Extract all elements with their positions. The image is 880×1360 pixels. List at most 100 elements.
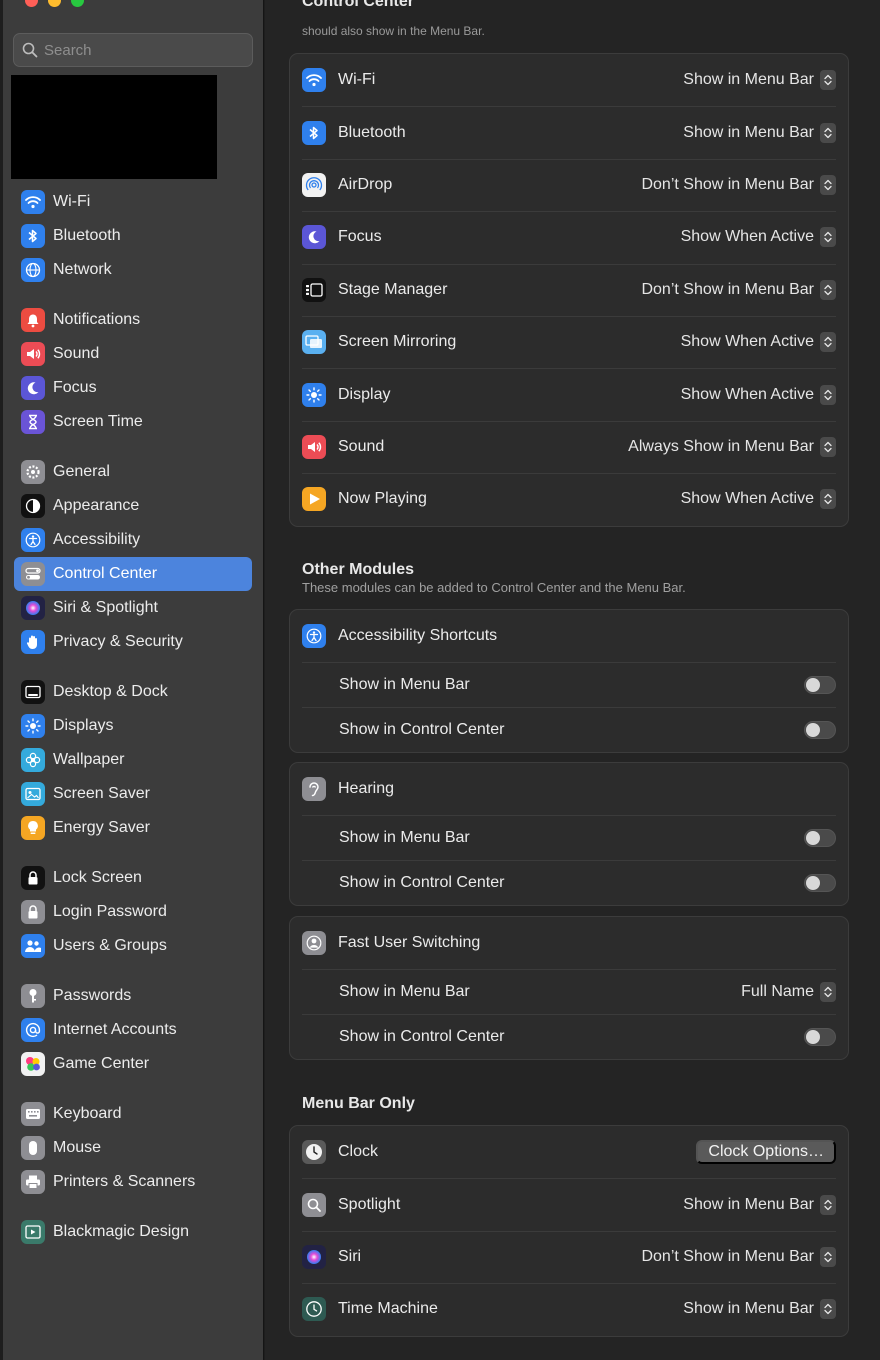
bluetooth-icon: [302, 120, 326, 145]
module-label: Screen Mirroring: [338, 333, 457, 351]
module-label: Sound: [338, 437, 385, 455]
menu-bar-visibility-popup[interactable]: Full Name: [741, 981, 836, 1002]
search-field[interactable]: [13, 33, 253, 67]
module-row-hearing: Hearing: [290, 763, 848, 815]
sidebar-item-general[interactable]: General: [14, 455, 252, 489]
sidebar-item-energy-saver[interactable]: Energy Saver: [14, 811, 252, 845]
sidebar-item-passwords[interactable]: Passwords: [14, 979, 252, 1013]
show-in-control-center-toggle[interactable]: [804, 720, 836, 739]
account-block[interactable]: [11, 75, 217, 179]
close-window-button[interactable]: [25, 0, 38, 7]
menu-bar-visibility-popup[interactable]: Show in Menu Bar: [683, 70, 836, 91]
sidebar-item-mouse[interactable]: Mouse: [14, 1131, 252, 1165]
zoom-window-button[interactable]: [71, 0, 84, 7]
sidebar-item-wallpaper[interactable]: Wallpaper: [14, 743, 252, 777]
sidebar-item-blackmagic-design[interactable]: Blackmagic Design: [14, 1215, 252, 1249]
sidebar-item-privacy-and-security[interactable]: Privacy & Security: [14, 625, 252, 659]
sidebar-item-displays[interactable]: Displays: [14, 709, 252, 743]
popup-value: Show in Menu Bar: [683, 1300, 814, 1318]
sidebar-item-screen-time[interactable]: Screen Time: [14, 405, 252, 439]
ear-icon: [302, 777, 326, 802]
module-row-clock: Clock Clock Options…: [290, 1126, 848, 1178]
module-row-screen-mirroring: Screen Mirroring Show When Active: [290, 315, 848, 368]
menu-bar-visibility-popup[interactable]: Show When Active: [681, 332, 836, 353]
sidebar-item-label: Wi-Fi: [53, 193, 91, 210]
window-controls: [25, 0, 84, 7]
chevron-up-down-icon: [820, 489, 836, 510]
sidebar-item-accessibility[interactable]: Accessibility: [14, 523, 252, 557]
show-in-menu-bar-row: Show in Menu Bar: [290, 662, 848, 707]
printer-icon: [21, 1170, 45, 1194]
show-in-menu-bar-toggle[interactable]: [804, 828, 836, 847]
menu-bar-only-title: Menu Bar Only: [302, 1095, 415, 1112]
sidebar-item-network[interactable]: Network: [14, 253, 252, 287]
sidebar-divider: [14, 963, 252, 979]
sidebar-item-lock-screen[interactable]: Lock Screen: [14, 861, 252, 895]
search-input[interactable]: [44, 41, 244, 59]
menu-bar-visibility-popup[interactable]: Show When Active: [681, 384, 836, 405]
accessibility-shortcuts-card: Accessibility Shortcuts Show in Menu Bar S…: [289, 609, 849, 754]
screen-saver-icon: [21, 782, 45, 806]
chevron-up-down-icon: [820, 1299, 836, 1320]
sidebar-item-label: Passwords: [53, 987, 132, 1004]
menu-bar-visibility-popup[interactable]: Show When Active: [681, 489, 836, 510]
sidebar-item-label: Control Center: [53, 565, 158, 582]
sidebar-item-siri-and-spotlight[interactable]: Siri & Spotlight: [14, 591, 252, 625]
sidebar-item-keyboard[interactable]: Keyboard: [14, 1097, 252, 1131]
menu-bar-visibility-popup[interactable]: Don’t Show in Menu Bar: [641, 1246, 836, 1267]
popup-value: Show in Menu Bar: [683, 123, 814, 141]
sidebar-item-notifications[interactable]: Notifications: [14, 303, 252, 337]
show-in-control-center-toggle[interactable]: [804, 873, 836, 892]
popup-value: Don’t Show in Menu Bar: [641, 1247, 814, 1265]
hand-icon: [21, 630, 45, 654]
sidebar-item-internet-accounts[interactable]: Internet Accounts: [14, 1013, 252, 1047]
popup-value: Show in Menu Bar: [683, 1195, 814, 1213]
sidebar-item-desktop-and-dock[interactable]: Desktop & Dock: [14, 675, 252, 709]
sidebar-item-label: Login Password: [53, 903, 167, 920]
show-in-menu-bar-label: Show in Menu Bar: [339, 982, 470, 1000]
menu-bar-visibility-popup[interactable]: Show When Active: [681, 227, 836, 248]
module-label: Accessibility Shortcuts: [338, 627, 498, 645]
sidebar-item-users-and-groups[interactable]: Users & Groups: [14, 929, 252, 963]
sidebar-item-login-password[interactable]: Login Password: [14, 895, 252, 929]
sidebar-item-label: Blackmagic Design: [53, 1223, 190, 1240]
minimize-window-button[interactable]: [48, 0, 61, 7]
appearance-icon: [21, 494, 45, 518]
module-row-bluetooth: Bluetooth Show in Menu Bar: [290, 106, 848, 158]
sidebar-divider: [14, 439, 252, 455]
dock-icon: [21, 680, 45, 704]
show-in-control-center-toggle[interactable]: [804, 1027, 836, 1046]
accessibility-icon: [302, 624, 326, 649]
chevron-up-down-icon: [820, 174, 836, 195]
sidebar-item-sound[interactable]: Sound: [14, 337, 252, 371]
sun-icon: [302, 382, 326, 407]
menu-bar-visibility-popup[interactable]: Show in Menu Bar: [683, 1299, 836, 1320]
lock-screen-icon: [21, 866, 45, 890]
sidebar-item-control-center[interactable]: Control Center: [14, 557, 252, 591]
clock-options-button[interactable]: Clock Options…: [696, 1140, 836, 1165]
sidebar-item-wi-fi[interactable]: Wi-Fi: [14, 185, 252, 219]
speaker-icon: [302, 434, 326, 459]
show-in-menu-bar-toggle[interactable]: [804, 675, 836, 694]
sidebar-item-label: Screen Time: [53, 413, 143, 430]
menu-bar-visibility-popup[interactable]: Show in Menu Bar: [683, 122, 836, 143]
airdrop-icon: [302, 172, 326, 197]
module-label: Stage Manager: [338, 280, 448, 298]
sidebar-item-bluetooth[interactable]: Bluetooth: [14, 219, 252, 253]
sidebar-item-appearance[interactable]: Appearance: [14, 489, 252, 523]
module-row-now-playing: Now Playing Show When Active: [290, 473, 848, 525]
menu-bar-visibility-popup[interactable]: Don’t Show in Menu Bar: [641, 279, 836, 300]
chevron-up-down-icon: [820, 436, 836, 457]
sidebar-divider: [14, 1199, 252, 1215]
popup-value: Always Show in Menu Bar: [628, 437, 814, 455]
sidebar-item-focus[interactable]: Focus: [14, 371, 252, 405]
menu-bar-visibility-popup[interactable]: Always Show in Menu Bar: [628, 436, 836, 457]
sidebar-item-screen-saver[interactable]: Screen Saver: [14, 777, 252, 811]
menu-bar-visibility-popup[interactable]: Don’t Show in Menu Bar: [641, 174, 836, 195]
sidebar-item-game-center[interactable]: Game Center: [14, 1047, 252, 1081]
bluetooth-icon: [21, 224, 45, 248]
menu-bar-visibility-popup[interactable]: Show in Menu Bar: [683, 1194, 836, 1215]
sidebar-item-label: Focus: [53, 379, 97, 396]
sidebar-item-printers-and-scanners[interactable]: Printers & Scanners: [14, 1165, 252, 1199]
at-icon: [21, 1018, 45, 1042]
